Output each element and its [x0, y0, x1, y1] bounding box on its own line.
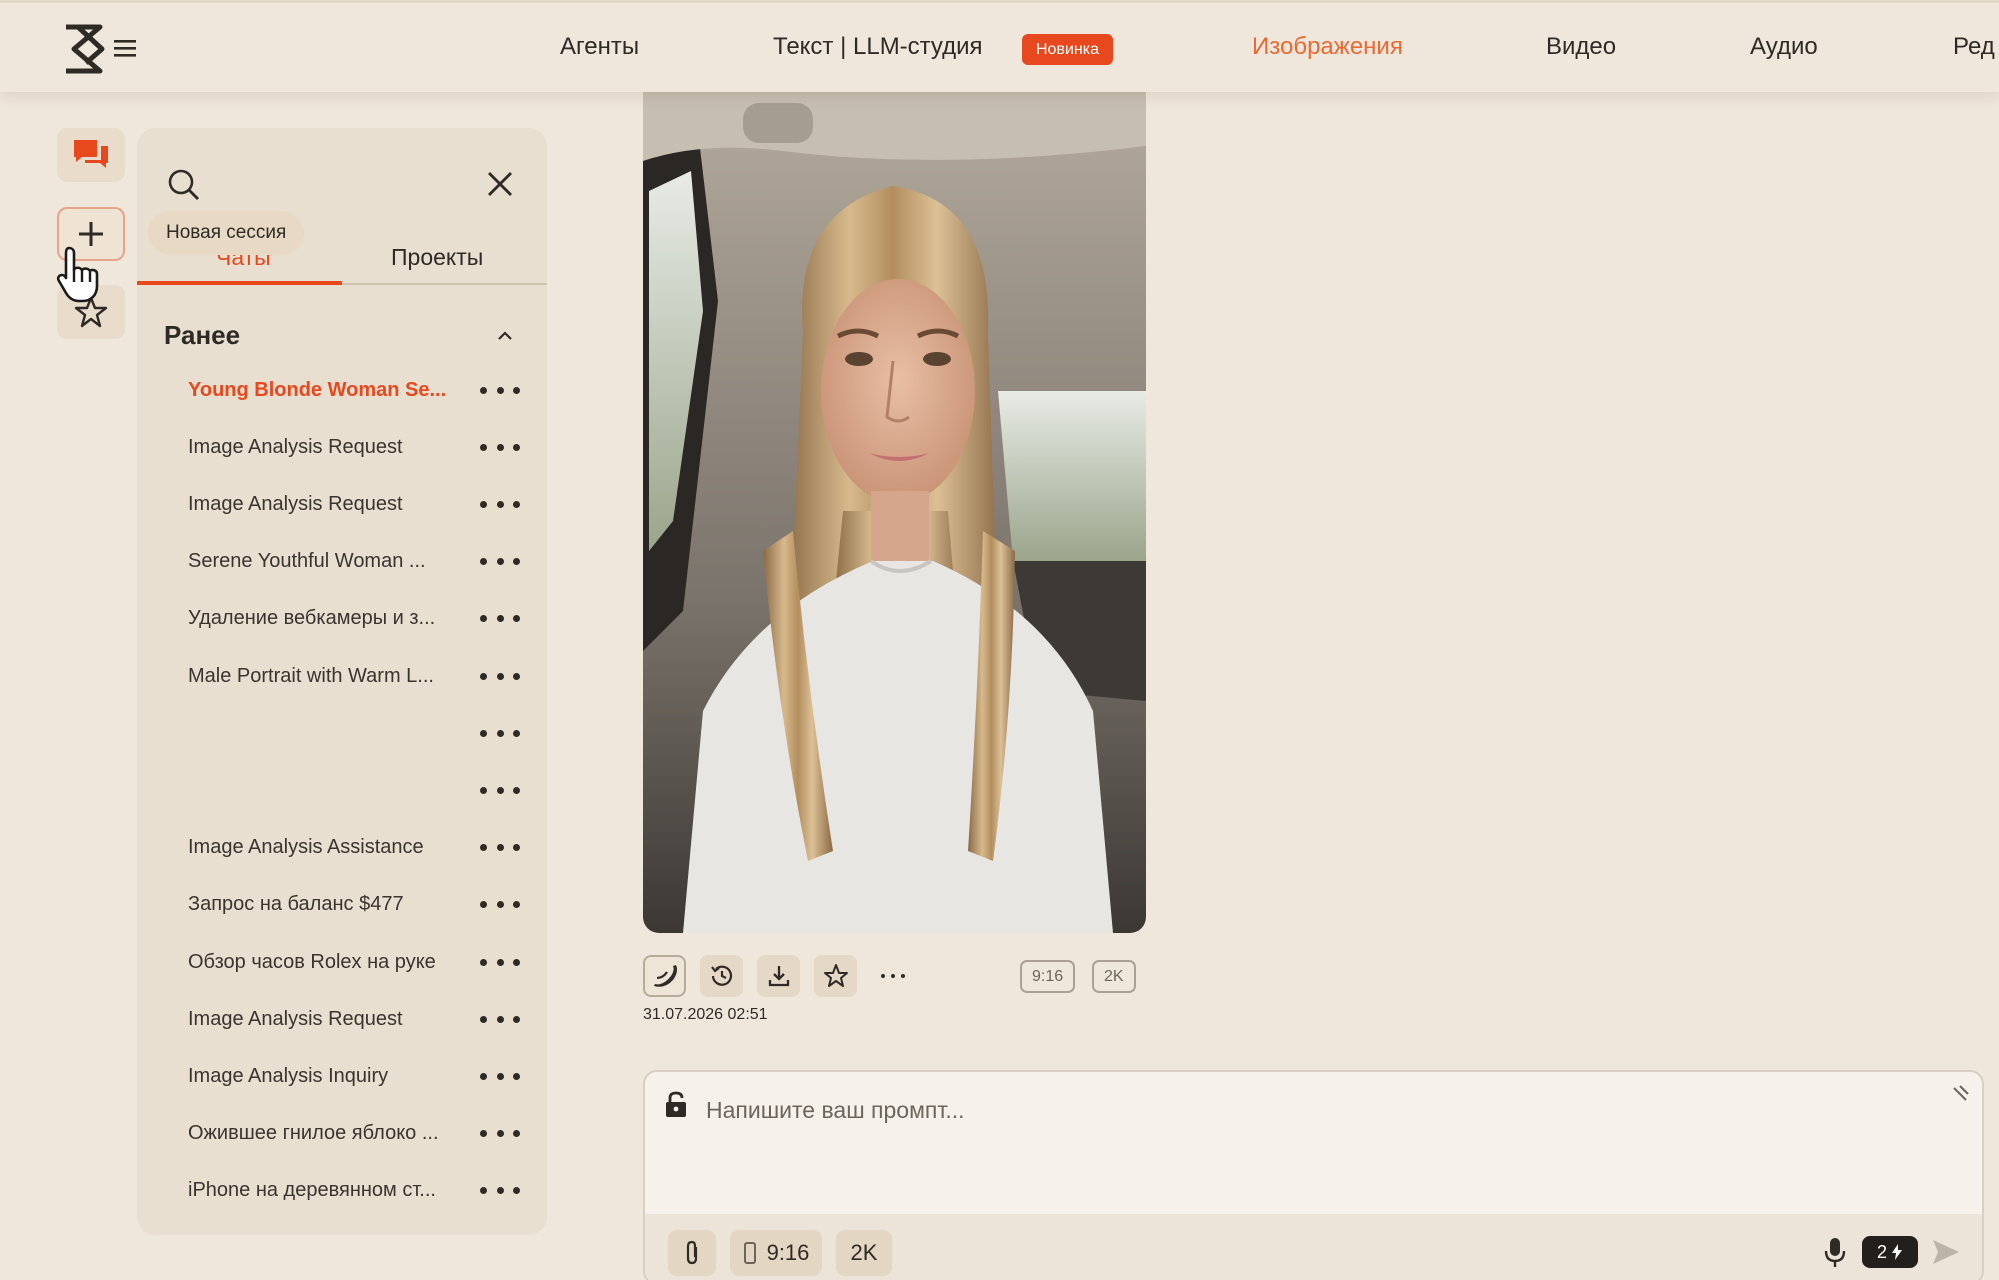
chat-item[interactable]: Male Portrait with Warm L... — [188, 656, 528, 696]
chat-item[interactable]: Serene Youthful Woman ... — [188, 542, 528, 582]
attach-button[interactable] — [668, 1230, 716, 1276]
star-icon — [823, 964, 848, 987]
prompt-toolbar: 9:16 2K 2 — [645, 1214, 1982, 1280]
hand-cursor-icon — [56, 246, 99, 303]
chat-title: Image Analysis Request — [188, 1007, 403, 1030]
chat-more-icon[interactable] — [480, 670, 520, 682]
chat-more-icon[interactable] — [480, 842, 520, 854]
tab-projects[interactable]: Проекты — [391, 244, 483, 271]
resolution-chip: 2K — [1092, 960, 1136, 993]
credits-value: 2 — [1876, 1241, 1887, 1262]
resolution-button[interactable]: 2K — [836, 1230, 892, 1276]
banana-model-button[interactable] — [643, 955, 686, 997]
aspect-ratio-label: 9:16 — [766, 1240, 810, 1265]
chat-item[interactable]: Image Analysis Assistance — [188, 828, 528, 868]
menu-icon[interactable] — [112, 37, 138, 59]
chat-title: Удаление вебкамеры и з... — [188, 607, 436, 630]
chat-item[interactable] — [188, 713, 528, 753]
chat-title: Обзор часов Rolex на руке — [188, 950, 436, 973]
history-button[interactable] — [700, 955, 743, 997]
chat-more-icon[interactable] — [480, 498, 520, 510]
nav-audio[interactable]: Аудио — [1750, 33, 1818, 61]
chat-item[interactable]: Image Analysis Request — [188, 999, 528, 1039]
logo-icon[interactable] — [56, 21, 110, 77]
resize-handle-icon[interactable] — [1950, 1082, 1972, 1104]
paperclip-icon — [686, 1240, 698, 1265]
chat-item[interactable]: Удаление вебкамеры и з... — [188, 599, 528, 639]
chat-more-icon[interactable] — [480, 1128, 520, 1140]
chat-title: Serene Youthful Woman ... — [188, 550, 426, 573]
favorite-button[interactable] — [814, 955, 857, 997]
nav-video[interactable]: Видео — [1546, 33, 1616, 61]
chat-item[interactable]: Ожившее гнилое яблоко ... — [188, 1114, 528, 1154]
chat-item[interactable]: iPhone на деревянном ст... — [188, 1171, 528, 1211]
banana-icon — [653, 965, 677, 987]
chat-item[interactable]: Image Analysis Inquiry — [188, 1056, 528, 1096]
tabs-active-indicator — [137, 281, 342, 285]
generated-image[interactable] — [643, 91, 1146, 933]
history-icon — [710, 965, 732, 986]
lock-open-icon[interactable] — [663, 1090, 689, 1120]
chat-more-icon[interactable] — [480, 727, 520, 739]
chat-more-icon[interactable] — [480, 1070, 520, 1082]
nav-agents[interactable]: Агенты — [560, 33, 639, 61]
chat-more-icon[interactable] — [480, 441, 520, 453]
chat-bubbles-icon — [74, 140, 108, 168]
chat-item[interactable]: Обзор часов Rolex на руке — [188, 942, 528, 982]
aspect-ratio-chip: 9:16 — [1020, 960, 1076, 993]
chat-more-icon[interactable] — [480, 1013, 520, 1025]
chat-more-icon[interactable] — [480, 784, 520, 796]
chat-more-icon[interactable] — [480, 556, 520, 568]
chat-title: Image Analysis Assistance — [188, 836, 424, 859]
chat-more-icon[interactable] — [480, 899, 520, 911]
portrait-frame-icon — [743, 1242, 756, 1264]
chat-title: Image Analysis Request — [188, 435, 403, 458]
chat-title: Male Portrait with Warm L... — [188, 664, 434, 687]
portrait-photo — [643, 91, 1146, 933]
top-navigation: Агенты Текст | LLM-студия Новинка Изобра… — [0, 0, 1999, 92]
close-icon[interactable] — [484, 168, 516, 200]
chats-rail-button[interactable] — [57, 128, 125, 182]
chat-item[interactable]: Image Analysis Request — [188, 484, 528, 524]
chat-title: Young Blonde Woman Se... — [188, 378, 447, 401]
chat-title: Image Analysis Inquiry — [188, 1064, 389, 1087]
chat-more-icon[interactable] — [480, 956, 520, 968]
new-session-tooltip: Новая сессия — [148, 211, 305, 255]
aspect-ratio-button[interactable]: 9:16 — [730, 1230, 822, 1276]
chat-title: Ожившее гнилое яблоко ... — [188, 1122, 439, 1145]
chat-more-icon[interactable] — [480, 384, 520, 396]
search-icon[interactable] — [166, 167, 202, 203]
chat-more-icon[interactable] — [480, 613, 520, 625]
chat-item[interactable]: Young Blonde Woman Se... — [188, 370, 528, 410]
send-icon[interactable] — [1930, 1236, 1962, 1268]
chat-more-icon[interactable] — [480, 1185, 520, 1197]
nav-text-llm-studio[interactable]: Текст | LLM-студия — [773, 33, 983, 61]
chat-item[interactable] — [188, 770, 528, 810]
nav-images[interactable]: Изображения — [1252, 33, 1403, 61]
prompt-box: 9:16 2K 2 — [643, 1070, 1984, 1280]
nav-editor[interactable]: Ред — [1953, 33, 1995, 61]
prompt-input[interactable] — [704, 1090, 1884, 1130]
chat-title: Запрос на баланс $477 — [188, 893, 404, 916]
chat-title: Image Analysis Request — [188, 492, 403, 515]
download-button[interactable] — [757, 955, 800, 997]
microphone-icon[interactable] — [1823, 1236, 1847, 1270]
lightning-icon — [1892, 1244, 1902, 1260]
chat-item[interactable]: Запрос на баланс $477 — [188, 885, 528, 925]
new-badge: Новинка — [1022, 34, 1113, 65]
chevron-up-icon[interactable] — [495, 328, 515, 344]
chat-item[interactable]: Image Analysis Request — [188, 427, 528, 467]
more-options-icon[interactable] — [881, 966, 905, 986]
credits-badge: 2 — [1862, 1236, 1918, 1268]
app-window: Агенты Текст | LLM-студия Новинка Изобра… — [0, 0, 1999, 1280]
download-icon — [768, 966, 789, 987]
chat-title: iPhone на деревянном ст... — [188, 1179, 436, 1202]
section-title-earlier: Ранее — [164, 320, 241, 350]
image-timestamp: 31.07.2026 02:51 — [643, 1006, 768, 1023]
